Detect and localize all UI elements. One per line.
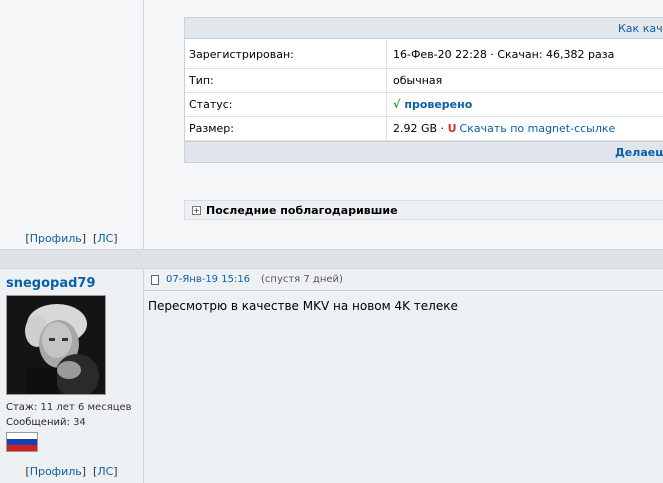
post2-profile-links: [Профиль] [ЛС]	[25, 465, 118, 478]
post-header: 07-Янв-19 15:16 (спустя 7 дней)	[144, 269, 663, 291]
pm-link[interactable]: ЛС	[97, 465, 113, 478]
info-value: 16-Фев-20 22:28 · Скачан: 46,382 раза	[393, 48, 615, 61]
username-link[interactable]: snegopad79	[6, 276, 96, 291]
status-checked-text: проверено	[404, 98, 473, 111]
info-key: Размер:	[185, 117, 387, 140]
magnet-link[interactable]: Скачать по magnet-ссылке	[460, 122, 616, 135]
check-icon: √	[393, 98, 401, 111]
top-post-content: Как кач Зарегистрирован: 16-Фев-20 22:28…	[144, 0, 663, 249]
info-value-size: 2.92 GB · U Скачать по magnet-ссылке	[387, 117, 663, 140]
thanks-spoiler[interactable]: + Последние поблагодарившие	[184, 200, 663, 220]
torrent-info-footer: Делаеш	[185, 141, 663, 162]
thanks-label: Последние поблагодарившие	[206, 204, 398, 217]
avatar-photo	[7, 296, 105, 394]
info-row-status: Статус: √ проверено	[185, 93, 663, 117]
info-row-registered: Зарегистрирован: 16-Фев-20 22:28 · Скача…	[185, 39, 663, 69]
info-value: обычная	[393, 74, 443, 87]
avatar	[6, 295, 106, 395]
post2-content: 07-Янв-19 15:16 (спустя 7 дней) Пересмот…	[144, 269, 663, 483]
magnet-icon: U	[447, 122, 457, 135]
torrent-info-table: Как кач Зарегистрирован: 16-Фев-20 22:28…	[184, 17, 663, 163]
stat-experience: Стаж: 11 лет 6 месяцев	[6, 402, 132, 413]
torrent-info-header: Как кач	[185, 18, 663, 39]
top-post-user-column: [Профиль] [ЛС]	[0, 0, 144, 249]
info-key: Тип:	[185, 69, 387, 92]
russia-flag-icon	[6, 432, 38, 452]
expand-plus-icon[interactable]: +	[192, 206, 201, 215]
info-key: Зарегистрирован:	[185, 39, 387, 68]
size-text: 2.92 GB ·	[393, 122, 445, 135]
pm-link[interactable]: ЛС	[97, 232, 113, 245]
post-doc-icon	[151, 275, 159, 285]
post-elapsed: (спустя 7 дней)	[261, 274, 343, 285]
info-key: Статус:	[185, 93, 387, 116]
info-value-status: √ проверено	[387, 93, 663, 116]
profile-link[interactable]: Профиль	[30, 232, 82, 245]
post-body: Пересмотрю в качестве MKV на новом 4K те…	[148, 299, 458, 313]
stat-messages: Сообщений: 34	[6, 417, 86, 428]
post2-user-column: snegopad79 Стаж: 11 лет 6 месяцев Сообще…	[0, 269, 144, 483]
info-row-type: Тип: обычная	[185, 69, 663, 93]
profile-link[interactable]: Профиль	[30, 465, 82, 478]
how-to-download-link[interactable]: Как кач	[618, 22, 663, 35]
post-date-link[interactable]: 07-Янв-19 15:16	[166, 274, 250, 285]
info-row-size: Размер: 2.92 GB · U Скачать по magnet-ссы…	[185, 117, 663, 141]
footer-link[interactable]: Делаеш	[615, 146, 663, 159]
post-separator	[0, 249, 663, 269]
top-post-profile-links: [Профиль] [ЛС]	[25, 232, 118, 245]
